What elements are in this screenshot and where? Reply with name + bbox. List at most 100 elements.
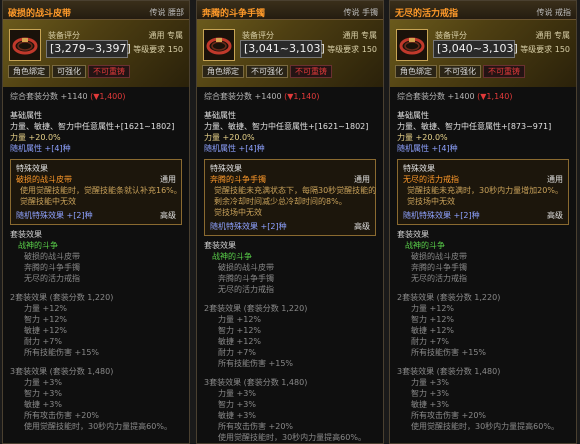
set2-line: 所有技能伤害 +15% (218, 359, 294, 368)
badge-bind: 角色绑定 (8, 65, 50, 78)
base-attr-title: 基础属性 (10, 111, 42, 120)
tooltip-top-section: 装备评分 通用 专属 [3,040~3,103] 等级要求 150 角色绑定 不… (390, 20, 576, 87)
set3-lines: 力量 +3% 智力 +3% 敏捷 +3% 所有攻击伤害 +20% 使用觉醒技能时，30秒… (10, 377, 182, 432)
badge-bind: 角色绑定 (395, 65, 437, 78)
set3-line: 敏捷 +3% (24, 400, 62, 409)
random-special-effect: 随机特殊效果 +[2]种 (16, 211, 93, 220)
tooltip-top-section: 装备评分 通用 专属 [3,279~3,397] 等级要求 150 角色绑定 可… (3, 20, 189, 87)
set-name: 战神的斗争 (18, 241, 58, 250)
set3-line: 力量 +3% (411, 378, 449, 387)
special-effect-title: 特殊效果 (403, 164, 435, 173)
item-tooltip-ring: 无尽的活力戒指 传说 戒指 装备评分 通用 专属 [3,040~3,103] 等… (389, 0, 577, 444)
binding-badges: 角色绑定 可强化 不可重铸 (8, 65, 130, 78)
random-special-effect: 随机特殊效果 +[2]种 (403, 211, 480, 220)
set3-line: 智力 +3% (411, 389, 449, 398)
total-score-delta: (▼1,140) (284, 92, 320, 101)
set-item: 奔腾的斗争手镯 (218, 274, 274, 283)
total-score-line: 综合套装分数 +1140 (▼1,400) (10, 91, 182, 102)
set2-line: 耐力 +7% (218, 348, 256, 357)
set2-line: 耐力 +7% (411, 337, 449, 346)
set3-line: 敏捷 +3% (411, 400, 449, 409)
item-tooltip-belt: 破损的战斗皮带 传说 腰部 装备评分 通用 专属 [3,279~3,397] 等… (2, 0, 190, 444)
set3-lines: 力量 +3% 智力 +3% 敏捷 +3% 所有攻击伤害 +20% 使用觉醒技能时，30秒… (397, 377, 569, 432)
set3-line: 敏捷 +3% (218, 411, 256, 420)
random-special-rank: 高级 (160, 211, 176, 220)
random-special-rank: 高级 (354, 222, 370, 231)
set2-lines: 力量 +12% 智力 +12% 敏捷 +12% 耐力 +7% 所有技能伤害 +15% (10, 303, 182, 358)
set3-title: 3套装效果 (套装分数 1,480) (397, 367, 501, 376)
base-attr-stat: 力量、敏捷、智力中任意属性+[873~971] (397, 122, 552, 131)
set3-line: 使用觉醒技能时，30秒内力量提高60%。 (411, 422, 559, 431)
base-attr-title: 基础属性 (397, 111, 429, 120)
special-effect-name: 奔腾的斗争手镯 (210, 175, 266, 184)
level-requirement: 等级要求 150 (327, 45, 377, 54)
base-attr-percent: 力量 +20.0% (397, 133, 448, 142)
badge-enhance: 不可强化 (246, 65, 288, 78)
set-effect-title: 套装效果 (204, 241, 236, 250)
set3-line: 所有攻击伤害 +20% (411, 411, 487, 420)
class-label: 通用 专属 (342, 31, 377, 40)
set-items-list: 破损的战斗皮带 奔腾的斗争手镯 无尽的活力戒指 (10, 251, 182, 284)
set2-line: 力量 +12% (411, 304, 455, 313)
item-icon-graphic (10, 30, 40, 60)
badge-bind: 角色绑定 (202, 65, 244, 78)
special-effect-desc-line: 剩余冷却时间减少总冷却时间的8%。 (214, 197, 347, 206)
set-name: 战神的斗争 (405, 241, 445, 250)
set-effect-title: 套装效果 (10, 230, 42, 239)
special-effect-box: 特殊效果 破损的战斗皮带 通用 使用觉醒技能时，觉醒技能条就认补充16%。 觉醒技… (10, 159, 182, 225)
set2-line: 所有技能伤害 +15% (24, 348, 100, 357)
base-attr-stat: 力量、敏捷、智力中任意属性+[1621~1802] (204, 122, 369, 131)
special-effect-desc-line: 觉醒技能中无效 (20, 197, 76, 206)
special-effect-desc: 觉醒技能未充满状态下，每隔30秒觉醒技能的 剩余冷却时间减少总冷却时间的8%。 觉技… (210, 185, 377, 218)
set2-line: 所有技能伤害 +15% (411, 348, 487, 357)
total-score: 综合套装分数 +1400 (204, 92, 282, 101)
set2-title: 2套装效果 (套装分数 1,220) (10, 293, 114, 302)
special-effect-desc: 觉醒技能未充满时，30秒内力量增加20%。 觉技场中无效 (403, 185, 563, 207)
total-score-line: 综合套装分数 +1400 (▼1,140) (204, 91, 376, 102)
special-effect-desc-line: 觉醒技能未充满时，30秒内力量增加20%。 (407, 186, 563, 195)
total-score-delta: (▼1,140) (477, 92, 513, 101)
set3-line: 智力 +3% (218, 400, 256, 409)
set-item: 无尽的活力戒指 (24, 274, 80, 283)
set2-lines: 力量 +12% 智力 +12% 敏捷 +12% 耐力 +7% 所有技能伤害 +15% (397, 303, 569, 358)
special-effect-type: 通用 (160, 175, 176, 184)
set2-line: 智力 +12% (411, 315, 455, 324)
item-rarity-slot: 传说 戒指 (536, 7, 571, 17)
set3-line: 所有攻击伤害 +20% (218, 422, 294, 431)
total-score: 综合套装分数 +1140 (10, 92, 88, 101)
binding-badges: 角色绑定 不可强化 不可重铸 (202, 65, 332, 78)
item-icon (396, 29, 428, 61)
total-score: 综合套装分数 +1400 (397, 92, 475, 101)
set2-line: 智力 +12% (24, 315, 68, 324)
set2-line: 敏捷 +12% (411, 326, 455, 335)
set2-title: 2套装效果 (套装分数 1,220) (204, 304, 308, 313)
tooltip-header: 奔腾的斗争手镯 传说 手镯 (197, 1, 383, 20)
set-items-list: 破损的战斗皮带 奔腾的斗争手镯 无尽的活力戒指 (204, 262, 376, 295)
badge-enhance: 不可强化 (439, 65, 481, 78)
tooltip-body: 综合套装分数 +1400 (▼1,140) 基础属性 力量、敏捷、智力中任意属性… (390, 87, 576, 436)
special-effect-desc-line: 觉技场中无效 (407, 197, 455, 206)
set2-lines: 力量 +12% 智力 +12% 敏捷 +12% 耐力 +7% 所有技能伤害 +15% (204, 314, 376, 369)
set2-line: 敏捷 +12% (24, 326, 68, 335)
set3-title: 3套装效果 (套装分数 1,480) (204, 378, 308, 387)
special-effect-box: 特殊效果 无尽的活力戒指 通用 觉醒技能未充满时，30秒内力量增加20%。 觉技场… (397, 159, 569, 225)
special-effect-type: 通用 (547, 175, 563, 184)
special-effect-type: 通用 (354, 175, 370, 184)
random-attr: 随机属性 +[4]种 (397, 144, 458, 153)
item-title: 奔腾的斗争手镯 (202, 8, 266, 19)
set-effect-title: 套装效果 (397, 230, 429, 239)
item-rarity-slot: 传说 腰部 (149, 7, 184, 17)
set2-line: 力量 +12% (218, 315, 262, 324)
item-tooltip-bracelet: 奔腾的斗争手镯 传说 手镯 装备评分 通用 专属 [3,041~3,103] 等… (196, 0, 384, 444)
level-requirement: 等级要求 150 (520, 45, 570, 54)
set3-line: 力量 +3% (218, 389, 256, 398)
set-item: 无尽的活力戒指 (411, 274, 467, 283)
set3-title: 3套装效果 (套装分数 1,480) (10, 367, 114, 376)
equipment-score: [3,279~3,397] (46, 40, 131, 58)
set3-line: 智力 +3% (24, 389, 62, 398)
special-effect-desc-line: 觉醒技能未充满状态下，每隔30秒觉醒技能的 (214, 186, 377, 195)
set-item: 奔腾的斗争手镯 (411, 263, 467, 272)
tooltip-header: 无尽的活力戒指 传说 戒指 (390, 1, 576, 20)
equipment-score: [3,041~3,103] (240, 40, 325, 58)
set3-line: 使用觉醒技能时，30秒内力量提高60%。 (24, 422, 172, 431)
